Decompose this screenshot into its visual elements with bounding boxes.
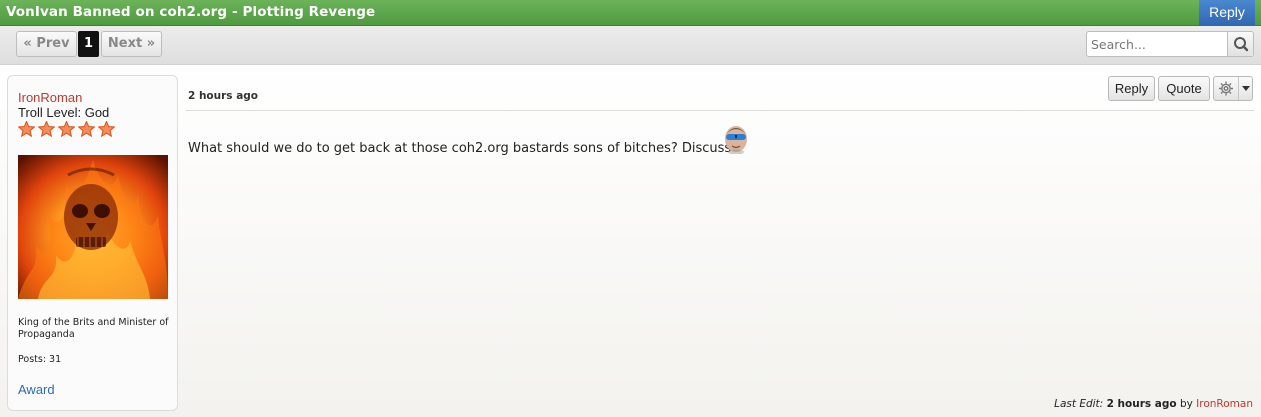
reply-button[interactable]: Reply: [1108, 76, 1155, 101]
gear-icon: [1219, 81, 1233, 96]
author-title: King of the Brits and Minister of Propag…: [18, 317, 169, 340]
last-edit-info: Last Edit: 2 hours ago by IronRoman: [1054, 398, 1253, 410]
award-link[interactable]: Award: [18, 382, 55, 397]
thread-toolbar: « Prev 1 Next »: [0, 26, 1261, 65]
rank-stars: [18, 121, 116, 137]
sunglasses-face-icon: [725, 126, 747, 155]
emoji-smiley: [723, 122, 749, 155]
post-timestamp: 2 hours ago: [188, 90, 259, 102]
author-panel: IronRoman Troll Level: God King of the B…: [7, 75, 178, 411]
chevron-down-icon: [1242, 86, 1250, 91]
flaming-skull-image: [18, 155, 168, 299]
star-icon: [38, 121, 56, 137]
search-button[interactable]: [1227, 32, 1253, 56]
star-icon: [18, 121, 35, 137]
author-name[interactable]: IronRoman: [18, 90, 82, 105]
star-icon: [78, 121, 96, 137]
author-troll-level: Troll Level: God: [18, 105, 110, 120]
star-icon: [58, 121, 76, 137]
post-options-button[interactable]: [1213, 76, 1253, 101]
last-edit-author[interactable]: IronRoman: [1196, 398, 1253, 410]
current-page-indicator[interactable]: 1: [78, 31, 99, 57]
reply-button-top[interactable]: Reply: [1199, 0, 1255, 26]
search-box: [1086, 31, 1254, 57]
post-header-divider: [186, 110, 1254, 111]
magnifier-icon: [1234, 37, 1249, 52]
search-input[interactable]: [1087, 32, 1227, 56]
last-edit-time: 2 hours ago: [1106, 398, 1177, 410]
author-avatar[interactable]: [18, 155, 168, 299]
thread-title: VonIvan Banned on coh2.org - Plotting Re…: [6, 4, 376, 20]
last-edit-by: by: [1179, 398, 1193, 410]
post: IronRoman Troll Level: God King of the B…: [0, 65, 1261, 417]
next-page-button[interactable]: Next »: [101, 31, 162, 57]
author-post-count: Posts: 31: [18, 354, 62, 365]
prev-page-button[interactable]: « Prev: [16, 31, 77, 57]
post-message: What should we do to get back at those c…: [188, 141, 732, 156]
last-edit-label: Last Edit:: [1054, 398, 1104, 410]
quote-button[interactable]: Quote: [1158, 76, 1210, 101]
star-icon: [98, 121, 116, 137]
thread-title-bar: VonIvan Banned on coh2.org - Plotting Re…: [0, 0, 1261, 26]
